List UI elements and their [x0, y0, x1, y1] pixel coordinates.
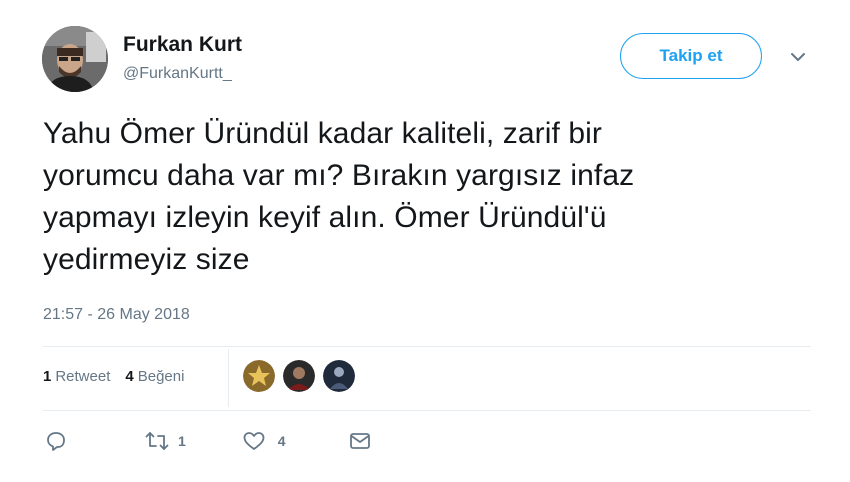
stats-divider	[228, 349, 229, 407]
divider	[43, 410, 811, 411]
retweet-stat-count: 1	[43, 368, 52, 385]
avatar-image	[42, 26, 108, 92]
tweet-timestamp[interactable]: 21:57 - 26 May 2018	[43, 306, 190, 324]
liker-avatar[interactable]	[243, 360, 275, 392]
retweet-stat-label: Retweet	[55, 368, 111, 385]
retweet-stat[interactable]: 1 Retweet	[43, 368, 110, 385]
heart-icon	[242, 430, 266, 452]
retweet-button[interactable]: 1	[144, 430, 186, 452]
message-button[interactable]	[348, 430, 372, 452]
like-stat[interactable]: 4 Beğeni	[125, 368, 184, 385]
liker-avatar[interactable]	[283, 360, 315, 392]
tweet-line: yorumcu daha var mı? Bırakın yargısız in…	[43, 159, 635, 192]
follow-button[interactable]: Takip et	[620, 33, 762, 79]
chevron-down-icon[interactable]	[788, 50, 808, 64]
user-handle[interactable]: @FurkanKurtt_	[123, 65, 232, 83]
action-bar: 1 4	[45, 430, 372, 452]
like-count: 4	[277, 433, 286, 449]
retweet-count: 1	[178, 433, 186, 449]
tweet-stats: 1 Retweet 4 Beğeni	[43, 368, 184, 385]
reply-button[interactable]	[45, 430, 67, 452]
tweet-line: yedirmeyiz size	[43, 243, 250, 276]
tweet-line: Yahu Ömer Üründül kadar kaliteli, zarif …	[43, 117, 602, 150]
reply-icon	[45, 430, 67, 452]
retweet-icon	[144, 430, 170, 452]
like-button[interactable]: 4	[242, 430, 286, 452]
user-name[interactable]: Furkan Kurt	[123, 33, 242, 57]
avatar[interactable]	[42, 26, 108, 92]
like-stat-count: 4	[125, 368, 134, 385]
envelope-icon	[348, 430, 372, 452]
liker-avatars	[243, 360, 363, 392]
tweet-text: Yahu Ömer Üründül kadar kaliteli, zarif …	[43, 113, 783, 281]
divider	[43, 346, 811, 347]
tweet-line: yapmayı izleyin keyif alın. Ömer Üründül…	[43, 201, 607, 234]
liker-avatar[interactable]	[323, 360, 355, 392]
like-stat-label: Beğeni	[137, 368, 185, 385]
